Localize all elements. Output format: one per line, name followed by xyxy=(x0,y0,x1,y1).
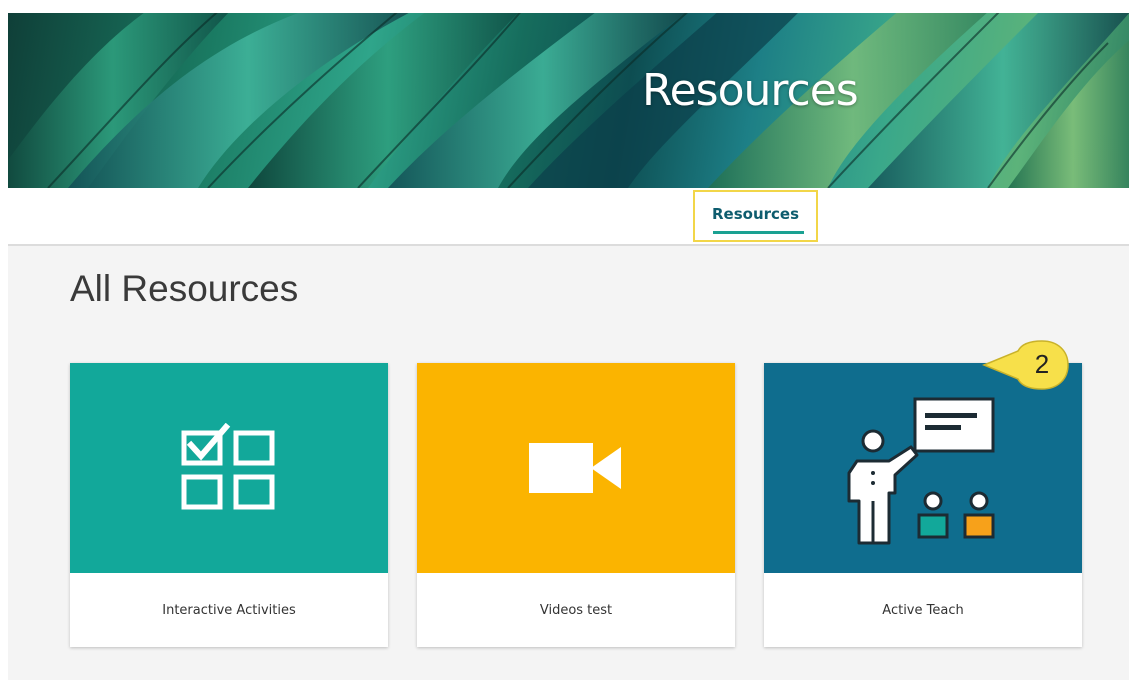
teacher-presentation-icon xyxy=(847,397,995,545)
resource-card-videos-test[interactable]: Videos test xyxy=(417,363,735,647)
feather-pattern xyxy=(8,13,1129,188)
page: Resources Resources All Resources Intera… xyxy=(0,0,1129,680)
step-callout: 2 xyxy=(982,339,1072,391)
active-tab-indicator xyxy=(713,231,804,234)
card-image xyxy=(70,363,388,573)
resources-section: All Resources Interactive Activities Vid… xyxy=(8,246,1129,680)
card-label: Videos test xyxy=(539,602,613,618)
card-image xyxy=(417,363,735,573)
banner-title: Resources xyxy=(642,65,859,116)
checklist-grid-icon xyxy=(181,423,275,510)
video-camera-icon xyxy=(529,443,621,493)
hero-banner: Resources xyxy=(8,13,1129,188)
card-image xyxy=(764,363,1082,573)
card-label: Interactive Activities xyxy=(162,602,296,618)
callout-number: 2 xyxy=(1034,349,1050,379)
tab-bar: Resources xyxy=(8,188,1129,246)
resource-card-interactive-activities[interactable]: Interactive Activities xyxy=(70,363,388,647)
resource-card-active-teach[interactable]: Active Teach xyxy=(764,363,1082,647)
tab-resources[interactable]: Resources xyxy=(693,190,818,242)
card-label: Active Teach xyxy=(882,602,964,618)
tab-label: Resources xyxy=(711,205,800,223)
section-title: All Resources xyxy=(70,268,299,309)
